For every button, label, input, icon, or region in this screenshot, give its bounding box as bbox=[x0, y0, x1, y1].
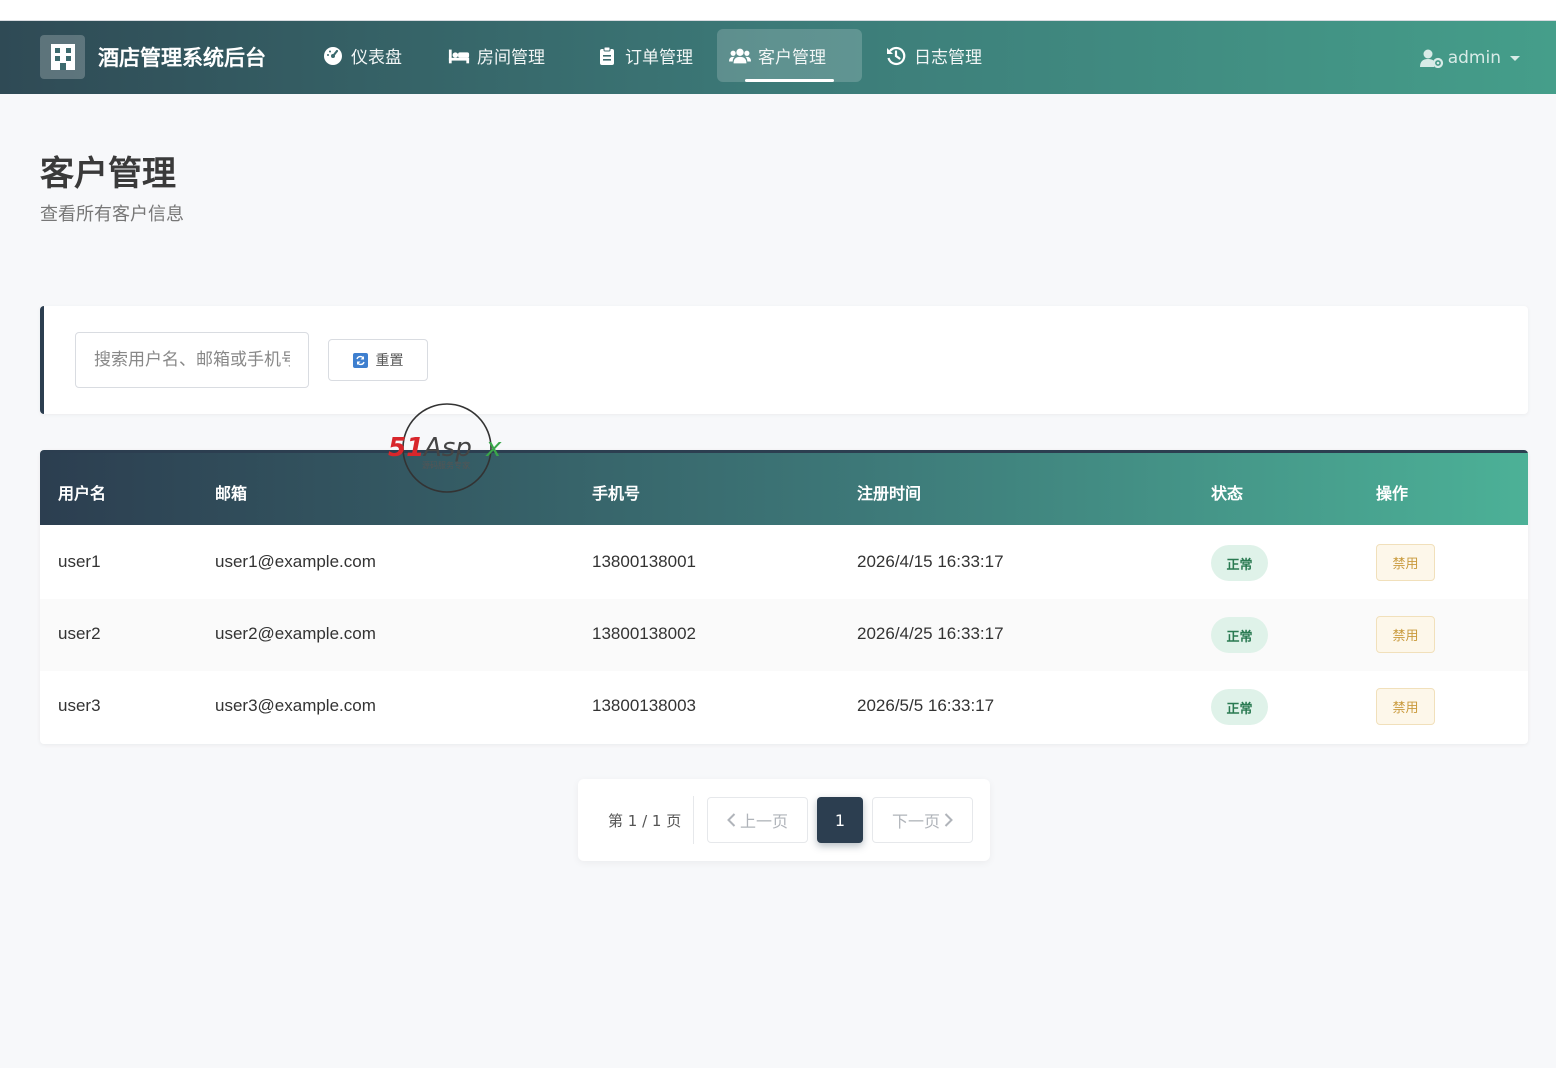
nav-item-rooms[interactable]: 房间管理 bbox=[436, 29, 557, 82]
cell-username: user1 bbox=[58, 552, 101, 571]
table-header: 用户名 邮箱 手机号 注册时间 状态 操作 bbox=[40, 450, 1528, 525]
chevron-down-icon bbox=[1510, 55, 1520, 61]
nav-item-label: 仪表盘 bbox=[351, 48, 402, 68]
column-header-phone: 手机号 bbox=[592, 484, 641, 503]
cell-phone: 13800138002 bbox=[592, 624, 697, 643]
username: admin bbox=[1447, 48, 1501, 68]
browser-top-bar bbox=[0, 0, 1556, 21]
column-header-status: 状态 bbox=[1211, 484, 1244, 503]
nav-item-label: 客户管理 bbox=[758, 48, 826, 68]
pager-divider bbox=[693, 796, 694, 844]
customers-table: 用户名 邮箱 手机号 注册时间 状态 操作 user1 user1@exampl… bbox=[40, 450, 1528, 744]
svg-text:Asp: Asp bbox=[422, 433, 472, 463]
cell-phone: 13800138003 bbox=[592, 696, 697, 715]
cell-phone: 13800138001 bbox=[592, 552, 697, 571]
nav-item-dashboard[interactable]: 仪表盘 bbox=[310, 29, 414, 82]
cell-username: user2 bbox=[58, 624, 101, 643]
user-gear-icon bbox=[1419, 48, 1444, 68]
clipboard-icon bbox=[596, 45, 618, 67]
disable-button[interactable]: 禁用 bbox=[1376, 688, 1435, 725]
watermark-logo: 51 Asp x 源码服务专家 bbox=[386, 402, 512, 494]
filter-card: 重置 bbox=[40, 306, 1528, 414]
pagination: 第 1 / 1 页 上一页 1 下一页 bbox=[578, 779, 990, 861]
brand[interactable]: 酒店管理系统后台 bbox=[40, 35, 266, 79]
prev-page-button[interactable]: 上一页 bbox=[707, 797, 808, 843]
cell-email: user1@example.com bbox=[215, 552, 376, 571]
bed-icon bbox=[448, 45, 470, 67]
nav-item-logs[interactable]: 日志管理 bbox=[873, 29, 994, 82]
nav-item-customers[interactable]: 客户管理 bbox=[717, 29, 862, 82]
status-badge: 正常 bbox=[1211, 545, 1268, 581]
history-icon bbox=[885, 45, 907, 67]
cell-username: user3 bbox=[58, 696, 101, 715]
cell-registered: 2026/4/25 16:33:17 bbox=[857, 624, 1004, 643]
disable-button[interactable]: 禁用 bbox=[1376, 544, 1435, 581]
next-page-button[interactable]: 下一页 bbox=[872, 797, 973, 843]
column-header-email: 邮箱 bbox=[215, 484, 248, 503]
reset-label: 重置 bbox=[375, 353, 404, 369]
cell-email: user3@example.com bbox=[215, 696, 376, 715]
column-header-action: 操作 bbox=[1376, 484, 1409, 503]
svg-text:源码服务专家: 源码服务专家 bbox=[422, 460, 470, 470]
top-navbar: 酒店管理系统后台 仪表盘 房间管理 订单管理 客户管理 日志管理 admin bbox=[0, 21, 1556, 94]
status-badge: 正常 bbox=[1211, 617, 1268, 653]
nav-item-orders[interactable]: 订单管理 bbox=[584, 29, 705, 82]
table-row: user1 user1@example.com 13800138001 2026… bbox=[40, 527, 1528, 599]
reset-button[interactable]: 重置 bbox=[328, 339, 428, 381]
next-page-label: 下一页 bbox=[891, 814, 940, 831]
cell-registered: 2026/5/5 16:33:17 bbox=[857, 696, 995, 715]
table-row: user2 user2@example.com 13800138002 2026… bbox=[40, 599, 1528, 671]
nav-item-label: 日志管理 bbox=[914, 48, 982, 68]
nav-item-label: 订单管理 bbox=[625, 48, 693, 68]
nav-item-label: 房间管理 bbox=[477, 48, 545, 68]
cell-registered: 2026/4/15 16:33:17 bbox=[857, 552, 1004, 571]
table-row: user3 user3@example.com 13800138003 2026… bbox=[40, 671, 1528, 743]
svg-text:51: 51 bbox=[388, 433, 424, 463]
brand-title: 酒店管理系统后台 bbox=[98, 46, 266, 70]
prev-page-label: 上一页 bbox=[739, 814, 788, 831]
refresh-icon bbox=[352, 352, 368, 368]
column-header-registered: 注册时间 bbox=[857, 484, 922, 503]
status-badge: 正常 bbox=[1211, 689, 1268, 725]
svg-text:x: x bbox=[485, 433, 502, 463]
current-page[interactable]: 1 bbox=[817, 797, 863, 843]
page-info: 第 1 / 1 页 bbox=[608, 812, 682, 830]
hotel-logo-icon bbox=[40, 35, 85, 79]
chevron-right-icon bbox=[944, 813, 953, 827]
column-header-username: 用户名 bbox=[58, 484, 107, 503]
users-icon bbox=[729, 45, 751, 67]
search-input[interactable] bbox=[75, 332, 309, 388]
dashboard-icon bbox=[322, 45, 344, 67]
page-subtitle: 查看所有客户信息 bbox=[40, 204, 184, 225]
cell-email: user2@example.com bbox=[215, 624, 376, 643]
disable-button[interactable]: 禁用 bbox=[1376, 616, 1435, 653]
chevron-left-icon bbox=[727, 813, 736, 827]
user-menu[interactable]: admin bbox=[1419, 43, 1520, 73]
page-title: 客户管理 bbox=[40, 154, 176, 194]
